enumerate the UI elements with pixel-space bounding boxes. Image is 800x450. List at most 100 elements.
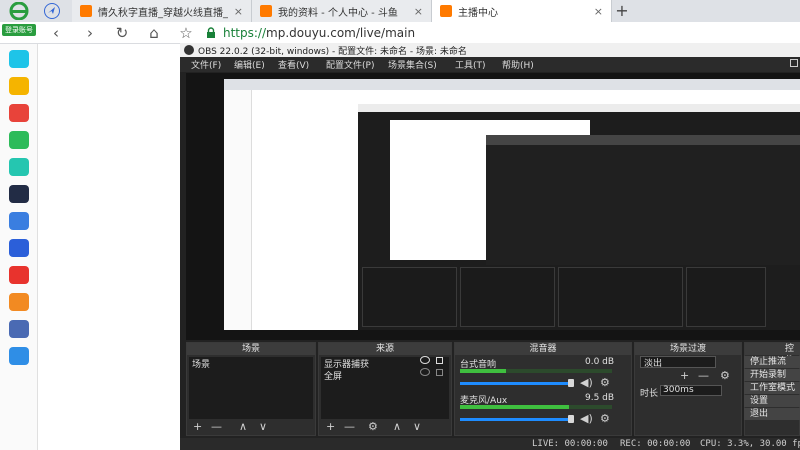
obs-window-title: OBS 22.0.2 (32-bit, windows) - 配置文件: 未命名… — [198, 46, 467, 57]
mixer-meter-level — [460, 405, 569, 409]
start-recording-button[interactable]: 开始录制 — [744, 369, 800, 381]
scenes-header: 场景 — [187, 343, 315, 355]
menu-edit[interactable]: 编辑(E) — [234, 58, 265, 71]
sidebar-app-9-icon[interactable] — [9, 266, 29, 284]
remove-scene-button[interactable]: — — [211, 421, 222, 433]
cpu-fps: CPU: 3.3%, 30.00 fps — [700, 439, 800, 449]
eye-icon[interactable] — [420, 368, 430, 376]
lock-icon — [207, 27, 215, 38]
remove-transition-button[interactable]: — — [698, 370, 709, 382]
obs-logo-icon — [184, 45, 194, 55]
menu-file[interactable]: 文件(F) — [191, 58, 221, 71]
channel-settings-gear-icon[interactable]: ⚙ — [600, 377, 610, 389]
recursive-capture-sidebar — [224, 90, 252, 330]
back-button[interactable]: ‹ — [46, 23, 66, 43]
home-button[interactable]: ⌂ — [144, 23, 164, 43]
move-source-up-button[interactable]: ∧ — [393, 421, 401, 433]
sidebar-app-4-icon[interactable] — [9, 131, 29, 149]
eye-icon[interactable] — [420, 356, 430, 364]
recursive-capture-inner-obs-menu — [486, 135, 800, 145]
obs-menu-bar — [180, 57, 800, 72]
lock-icon[interactable] — [436, 357, 443, 364]
tab-title: 情久秋字直播_穿越火线直播_斗... — [98, 7, 228, 19]
menu-tools[interactable]: 工具(T) — [455, 58, 486, 71]
move-scene-down-button[interactable]: ∨ — [259, 421, 267, 433]
douyu-favicon-icon — [260, 5, 272, 17]
channel-settings-gear-icon[interactable]: ⚙ — [600, 413, 610, 425]
sources-header: 来源 — [319, 343, 451, 355]
rec-timer: REC: 00:00:00 — [620, 439, 691, 449]
recursive-capture-obs-title — [358, 104, 800, 112]
tab-profile[interactable]: 我的资料 - 个人中心 - 斗鱼 × — [252, 0, 432, 22]
bookmark-star-button[interactable]: ☆ — [176, 23, 196, 43]
login-account-button[interactable]: 登录账号 — [2, 24, 36, 36]
speaker-icon[interactable]: ◀) — [580, 413, 593, 425]
source-properties-gear-icon[interactable]: ⚙ — [368, 421, 378, 433]
sidebar-app-6-icon[interactable] — [9, 185, 29, 203]
douyu-favicon-icon — [440, 5, 452, 17]
sidebar-app-11-icon[interactable] — [9, 320, 29, 338]
move-scene-up-button[interactable]: ∧ — [239, 421, 247, 433]
mixer-header: 混音器 — [455, 343, 631, 355]
menu-view[interactable]: 查看(V) — [278, 58, 309, 71]
tab-nav-arrow-icon[interactable] — [44, 3, 60, 19]
speaker-icon[interactable]: ◀) — [580, 377, 593, 389]
settings-button[interactable]: 设置 — [744, 395, 800, 407]
tab-streamer-center[interactable]: 主播中心 × — [432, 0, 612, 22]
volume-slider-handle[interactable] — [568, 379, 574, 387]
add-scene-button[interactable]: + — [193, 421, 202, 433]
live-timer: LIVE: 00:00:00 — [532, 439, 608, 449]
lock-icon[interactable] — [436, 369, 443, 376]
new-tab-button[interactable]: + — [612, 1, 632, 21]
tab-close-icon[interactable]: × — [414, 5, 423, 18]
menu-profile[interactable]: 配置文件(P) — [326, 58, 374, 71]
green-e-logo-icon — [9, 1, 29, 21]
stop-streaming-button[interactable]: 停止推流 — [744, 356, 800, 368]
sidebar-app-10-icon[interactable] — [9, 293, 29, 311]
mixer-meter-level — [460, 369, 506, 373]
remove-source-button[interactable]: — — [344, 421, 355, 433]
url-path: mp.douyu.com/live/main — [266, 26, 416, 40]
volume-slider[interactable] — [460, 418, 572, 421]
recursive-capture-transitions — [686, 267, 766, 327]
mixer-channel-db: 0.0 dB — [585, 357, 615, 367]
sidebar-app-12-icon[interactable] — [9, 347, 29, 365]
move-source-down-button[interactable]: ∨ — [413, 421, 421, 433]
add-transition-button[interactable]: + — [680, 370, 689, 382]
obs-title-bar: OBS 22.0.2 (32-bit, windows) - 配置文件: 未命名… — [180, 43, 800, 57]
recursive-capture-tabbar — [224, 79, 800, 90]
forward-button[interactable]: › — [80, 23, 100, 43]
sidebar-app-5-icon[interactable] — [9, 158, 29, 176]
tab-close-icon[interactable]: × — [594, 5, 603, 18]
exit-button[interactable]: 退出 — [744, 408, 800, 420]
transition-selected: 淡出 — [644, 359, 663, 369]
tab-title: 主播中心 — [458, 7, 498, 19]
scene-item[interactable]: 场景 — [192, 357, 210, 370]
tab-close-icon[interactable]: × — [234, 5, 243, 18]
reload-button[interactable]: ↻ — [112, 23, 132, 43]
sidebar-app-2-icon[interactable] — [9, 77, 29, 95]
screen: 情久秋字直播_穿越火线直播_斗... × 我的资料 - 个人中心 - 斗鱼 × … — [0, 0, 800, 450]
recursive-capture-mixer — [558, 267, 683, 327]
duration-value: 300ms — [663, 385, 694, 395]
tab-title: 我的资料 - 个人中心 - 斗鱼 — [278, 7, 398, 19]
sidebar-app-1-icon[interactable] — [9, 50, 29, 68]
sidebar-app-8-icon[interactable] — [9, 239, 29, 257]
tab-live-stream[interactable]: 情久秋字直播_穿越火线直播_斗... × — [72, 0, 252, 22]
address-bar[interactable]: https:// mp.douyu.com/live/main — [205, 24, 795, 42]
window-restore-icon[interactable] — [790, 59, 798, 67]
douyu-favicon-icon — [80, 5, 92, 17]
source-item[interactable]: 全屏 — [324, 369, 342, 382]
menu-help[interactable]: 帮助(H) — [502, 58, 534, 71]
transition-settings-gear-icon[interactable]: ⚙ — [720, 370, 730, 382]
recursive-capture-scenes — [362, 267, 457, 327]
sidebar-app-7-icon[interactable] — [9, 212, 29, 230]
menu-scene-collection[interactable]: 场景集合(S) — [388, 58, 437, 71]
controls-header: 控件 — [745, 343, 800, 366]
recursive-capture-sources — [460, 267, 555, 327]
volume-slider[interactable] — [460, 382, 572, 385]
studio-mode-button[interactable]: 工作室模式 — [744, 382, 800, 394]
sidebar-app-3-icon[interactable] — [9, 104, 29, 122]
volume-slider-handle[interactable] — [568, 415, 574, 423]
add-source-button[interactable]: + — [326, 421, 335, 433]
